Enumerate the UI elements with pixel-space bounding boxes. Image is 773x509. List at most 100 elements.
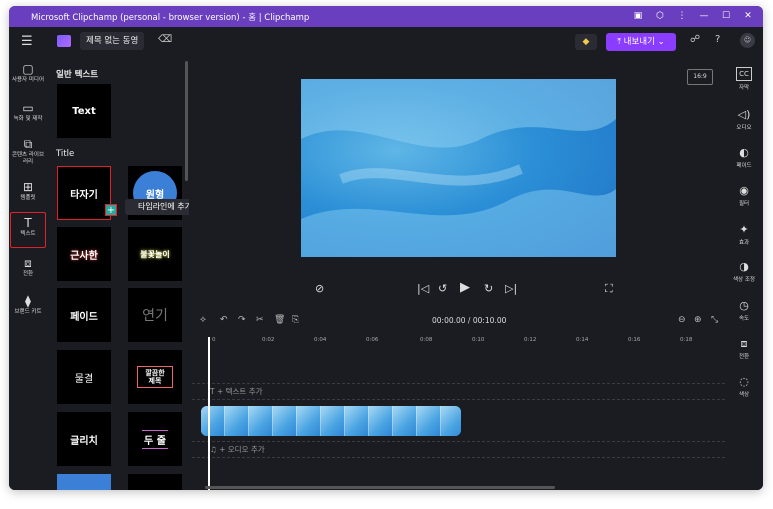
window-title: Microsoft Clipchamp (personal - browser …	[31, 13, 310, 23]
sidebar-item-label: 전환	[22, 271, 34, 277]
panel-scrollbar[interactable]	[185, 61, 188, 181]
color-adjust-icon: ◑	[739, 260, 749, 273]
templates-icon: ⊞	[22, 180, 34, 194]
text-template-typewriter[interactable]: 타자기	[57, 166, 111, 220]
ruler-mark: 0:16	[628, 337, 641, 343]
premium-gem-icon[interactable]: ◆	[575, 34, 597, 50]
play-icon[interactable]: ▶	[460, 280, 470, 295]
ruler-mark: 0:10	[472, 337, 485, 343]
sidebar-item-media[interactable]: ▢ 사용자 미디어	[10, 63, 46, 84]
tile-label: 두 줄	[142, 429, 168, 449]
clip-thumbnail	[441, 406, 461, 436]
clip-thumbnail	[201, 406, 225, 436]
right-item-transition[interactable]: ⧈ 전환	[725, 338, 763, 361]
ruler-mark: 0:14	[576, 337, 589, 343]
sidebar-item-content-library[interactable]: ⧉ 콘텐츠 라이브러리	[10, 138, 46, 166]
close-icon[interactable]: ✕	[739, 9, 757, 23]
sidebar-item-transitions[interactable]: ⧈ 전환	[10, 257, 46, 278]
undo-icon[interactable]: ↶	[220, 315, 228, 325]
skip-back-icon[interactable]: |◁	[417, 282, 429, 295]
fullscreen-icon[interactable]: ⛶	[605, 282, 613, 296]
export-button[interactable]: ⤒ 내보내기 ⌄	[606, 33, 676, 51]
right-item-color[interactable]: ◌ 색상	[725, 375, 763, 399]
video-clip[interactable]	[201, 406, 461, 436]
transitions-icon: ⧈	[24, 256, 32, 270]
zoom-out-icon[interactable]: ⊖	[678, 315, 686, 325]
avatar[interactable]: ☺	[740, 33, 755, 48]
clip-thumbnail	[417, 406, 441, 436]
tile-label: 근사한	[70, 250, 98, 262]
text-template-two-lines[interactable]: 두 줄	[128, 412, 182, 466]
skip-forward-icon[interactable]: ▷|	[505, 282, 517, 295]
hide-icon[interactable]: ⊘	[315, 282, 324, 295]
add-audio-track[interactable]: ♫ + 오디오 추가	[210, 444, 265, 455]
ruler-mark: 0:12	[524, 337, 537, 343]
right-item-fade[interactable]: ◐ 페이드	[725, 147, 763, 170]
share-icon[interactable]: ☍	[690, 34, 700, 45]
sidebar-item-label: 콘텐츠 라이브러리	[11, 152, 45, 165]
duplicate-icon[interactable]: ⎘	[292, 315, 299, 325]
text-template-glitch[interactable]: 글리치	[57, 412, 111, 466]
zoom-in-icon[interactable]: ⊕	[694, 315, 702, 325]
aspect-ratio-button[interactable]: 16:9	[687, 69, 713, 85]
add-text-track[interactable]: T + 텍스트 추가	[210, 386, 263, 397]
rewind-icon[interactable]: ↺	[438, 282, 447, 295]
filters-icon: ◉	[739, 184, 749, 197]
text-template-stylish[interactable]: 근사한	[57, 227, 111, 281]
menu-icon[interactable]: ☰	[21, 34, 39, 50]
clip-thumbnail	[249, 406, 273, 436]
right-item-effects[interactable]: ✦ 효과	[725, 224, 763, 247]
captions-icon: CC	[736, 67, 752, 81]
sidebar-item-text[interactable]: T 텍스트	[10, 212, 46, 248]
puzzle-icon[interactable]: ⬡	[651, 9, 669, 23]
right-item-captions[interactable]: CC 자막	[725, 67, 763, 91]
section-heading-title: Title	[56, 149, 75, 159]
video-frame-art	[301, 79, 616, 257]
text-template-fade[interactable]: 페이드	[57, 288, 111, 342]
magic-icon[interactable]: ⟡	[200, 315, 206, 325]
text-template-wave[interactable]: 물결	[57, 350, 111, 404]
right-item-audio[interactable]: ◁) 오디오	[725, 109, 763, 132]
playhead[interactable]	[208, 337, 210, 490]
right-sidebar: CC 자막 ◁) 오디오 ◐ 페이드 ◉ 필터 ✦ 효과 ◑ 색상 조정 ◷ 속…	[725, 57, 763, 490]
redo-icon[interactable]: ↷	[238, 315, 246, 325]
text-icon: T	[24, 216, 32, 230]
text-template-clean-title[interactable]: 깔끔한 제목	[128, 350, 182, 404]
titlebar-controls: ▣ ⬡ ⋮ — ☐ ✕	[629, 9, 757, 23]
right-item-label: 색상	[738, 392, 750, 398]
project-title[interactable]: 제목 없는 동영	[80, 32, 145, 50]
help-icon[interactable]: ?	[715, 34, 720, 45]
add-to-timeline-icon[interactable]: +	[105, 204, 117, 216]
tile-label: 글리치	[70, 435, 98, 447]
ruler-mark: 0:18	[680, 337, 693, 343]
more-icon[interactable]: ⋮	[673, 9, 691, 23]
ruler-mark: 0:06	[366, 337, 379, 343]
sidebar-item-brand-kit[interactable]: ⧫ 브랜드 키트	[10, 295, 46, 316]
text-template-smoke[interactable]: 연기	[128, 288, 182, 342]
sidebar-item-record[interactable]: ▭ 녹화 및 제작	[10, 102, 46, 123]
color-icon: ◌	[739, 375, 749, 388]
right-item-color-adjust[interactable]: ◑ 색상 조정	[725, 260, 763, 284]
eraser-icon[interactable]: ⌫	[158, 34, 172, 45]
text-template-next-2[interactable]	[128, 474, 182, 490]
extension-icon[interactable]: ▣	[629, 9, 647, 23]
folder-icon: ▢	[22, 62, 34, 76]
split-icon[interactable]: ✂	[256, 315, 264, 325]
video-preview	[301, 79, 616, 257]
clip-thumbnail	[345, 406, 369, 436]
forward-icon[interactable]: ↻	[484, 282, 493, 295]
track-divider	[192, 383, 725, 384]
delete-icon[interactable]: 🗑	[274, 315, 285, 325]
ruler-mark: 0:08	[420, 337, 433, 343]
maximize-icon[interactable]: ☐	[717, 9, 735, 23]
minimize-icon[interactable]: —	[695, 9, 713, 23]
text-template-plain[interactable]: Text	[57, 84, 111, 138]
right-item-speed[interactable]: ◷ 속도	[725, 300, 763, 323]
right-item-filters[interactable]: ◉ 필터	[725, 184, 763, 208]
text-template-fireworks[interactable]: 불꽃놀이	[128, 227, 182, 281]
zoom-fit-icon[interactable]: ⤡	[711, 315, 718, 325]
text-template-next[interactable]	[57, 474, 111, 490]
timeline-scrollbar[interactable]	[205, 486, 555, 489]
clip-thumbnail	[321, 406, 345, 436]
sidebar-item-templates[interactable]: ⊞ 템플릿	[10, 181, 46, 202]
